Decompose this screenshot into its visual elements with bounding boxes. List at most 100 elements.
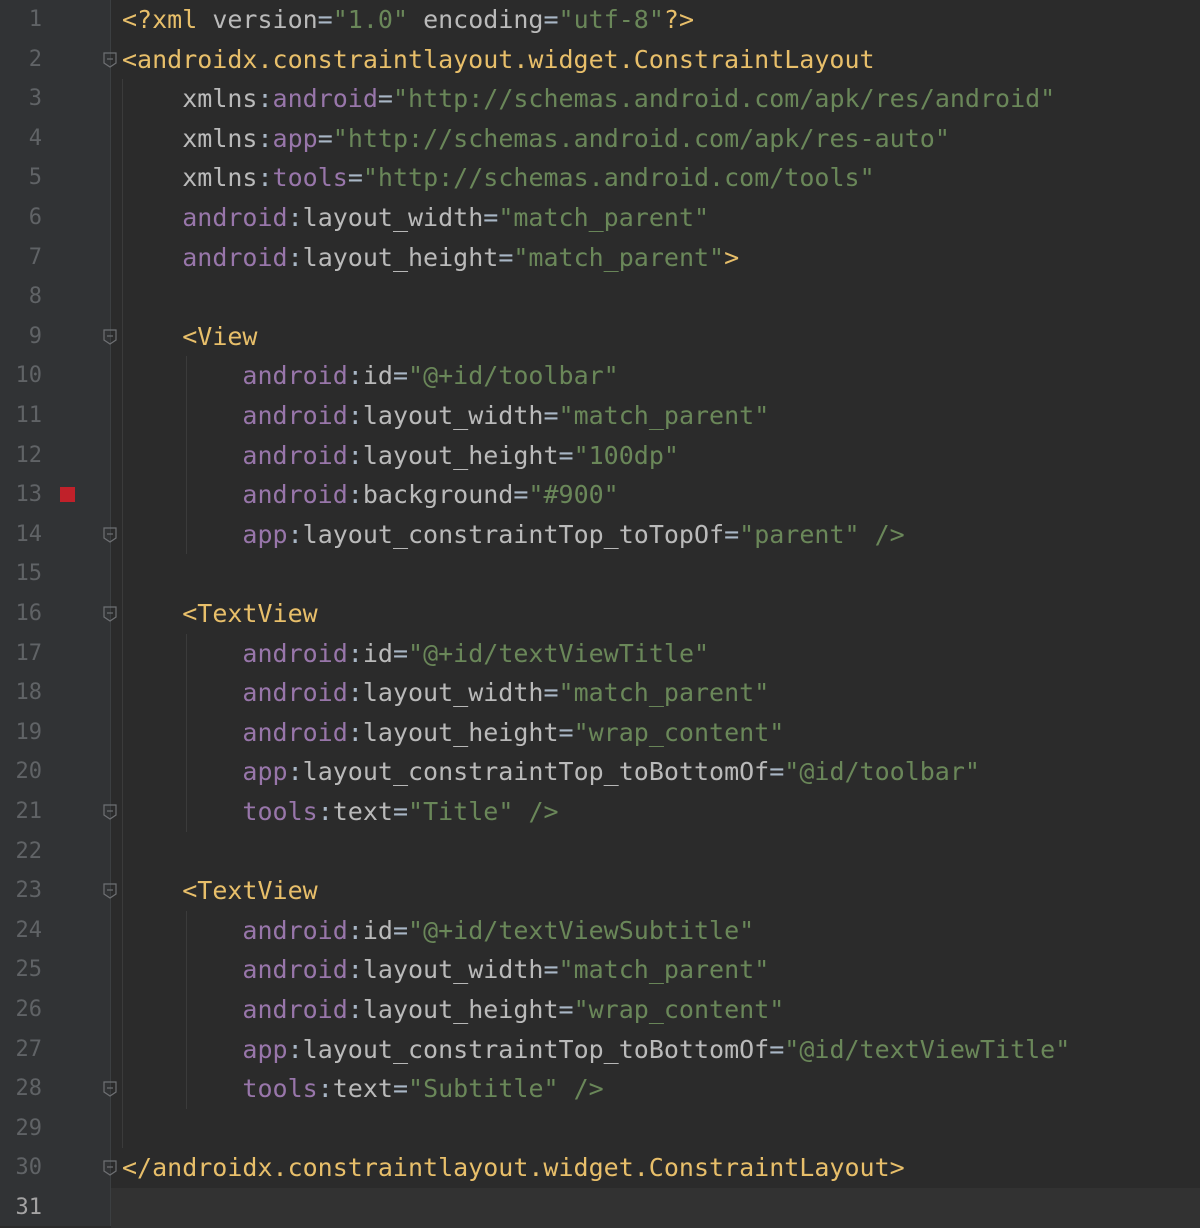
- code-line[interactable]: android:id="@+id/textViewTitle": [122, 634, 709, 674]
- token-punct: :: [317, 797, 333, 826]
- code-line[interactable]: app:layout_constraintTop_toBottomOf="@id…: [122, 752, 980, 792]
- code-line[interactable]: app:layout_constraintTop_toBottomOf="@id…: [122, 1030, 1070, 1070]
- token-punct: =: [513, 480, 529, 510]
- line-number: 16: [15, 601, 43, 626]
- code-line[interactable]: android:layout_height="100dp": [122, 436, 679, 476]
- code-line[interactable]: </androidx.constraintlayout.widget.Const…: [122, 1148, 905, 1188]
- fold-marker-icon[interactable]: [103, 51, 117, 68]
- token-punct: =: [483, 203, 499, 232]
- token-ns: android: [242, 717, 348, 747]
- token-attr: layout_width: [302, 203, 484, 232]
- code-line[interactable]: app:layout_constraintTop_toTopOf="parent…: [122, 515, 904, 555]
- code-line[interactable]: android:layout_width="match_parent": [122, 673, 769, 713]
- code-line[interactable]: android:layout_width="match_parent": [122, 198, 709, 238]
- line-number: 17: [15, 640, 43, 666]
- token-attr: layout_constraintTop_toTopOf: [302, 519, 725, 549]
- token-ns: android: [242, 955, 348, 985]
- code-line[interactable]: <TextView: [122, 871, 317, 911]
- code-line[interactable]: android:background="#900": [122, 475, 619, 515]
- code-line[interactable]: xmlns:tools="http://schemas.android.com/…: [122, 158, 875, 198]
- token-punct: [122, 441, 242, 470]
- code-line[interactable]: android:layout_width="match_parent": [122, 396, 769, 436]
- code-line[interactable]: tools:text="Title" />: [122, 792, 558, 832]
- token-attr: layout_height: [362, 440, 559, 470]
- fold-marker-icon[interactable]: [103, 804, 117, 820]
- token-punct: =: [317, 123, 333, 153]
- code-line[interactable]: android:layout_height="wrap_content": [122, 713, 784, 753]
- code-line[interactable]: xmlns:android="http://schemas.android.co…: [122, 79, 1055, 119]
- token-attr: id: [362, 361, 393, 391]
- code-line[interactable]: <TextView: [122, 594, 317, 634]
- token-punct: :: [347, 678, 363, 708]
- fold-marker-icon[interactable]: [103, 1160, 117, 1177]
- line-number: 11: [15, 403, 43, 428]
- code-line[interactable]: <?xml version="1.0" encoding="utf-8"?>: [122, 0, 694, 40]
- code-line[interactable]: xmlns:app="http://schemas.android.com/ap…: [122, 119, 950, 159]
- token-punct: :: [287, 242, 303, 272]
- token-val: "http://schemas.android.com/tools": [362, 163, 875, 193]
- code-line[interactable]: android:id="@+id/textViewSubtitle": [122, 911, 754, 951]
- token-val: "@+id/textViewTitle": [408, 638, 710, 668]
- line-number: 19: [15, 719, 43, 745]
- token-val: "@id/textViewTitle": [784, 1034, 1071, 1064]
- code-line[interactable]: android:layout_height="wrap_content": [122, 990, 784, 1030]
- token-ns: tools: [242, 1074, 318, 1104]
- token-punct: =: [392, 915, 409, 945]
- token-attr: xmlns: [182, 123, 258, 153]
- token-punct: [122, 401, 242, 430]
- token-val: "parent": [739, 519, 860, 549]
- token-ns: tools: [272, 163, 348, 193]
- code-editor[interactable]: 1 2 3 4 5 6 7 8 9 10 11 12 13 14 15 16 17 18 19 20 21 22 23 24 2…: [0, 0, 1200, 1228]
- token-ns: android: [242, 401, 348, 430]
- token-punct: :: [347, 955, 363, 985]
- token-attr: xmlns: [182, 163, 258, 193]
- code-line[interactable]: <View: [122, 317, 257, 357]
- token-attr: layout_constraintTop_toBottomOf: [302, 757, 770, 787]
- fold-marker-icon[interactable]: [103, 1081, 117, 1097]
- line-number: 8: [28, 284, 42, 310]
- token-attr: layout_constraintTop_toBottomOf: [302, 1034, 770, 1064]
- line-number: 29: [15, 1115, 43, 1141]
- token-attr: layout_height: [302, 242, 499, 272]
- code-line[interactable]: android:id="@+id/toolbar": [122, 356, 618, 396]
- token-punct: =: [543, 678, 559, 708]
- token-punct: :: [287, 757, 303, 787]
- line-number: 23: [15, 878, 43, 904]
- line-number: 14: [15, 521, 43, 547]
- line-number-gutter[interactable]: 1 2 3 4 5 6 7 8 9 10 11 12 13 14 15 16 17 18 19 20 21 22 23 24 2…: [0, 0, 110, 1226]
- token-punct: =: [558, 995, 574, 1024]
- fold-marker-icon[interactable]: [103, 329, 117, 345]
- fold-marker-icon[interactable]: [103, 527, 117, 543]
- token-punct: [408, 5, 423, 34]
- line-number: 26: [15, 997, 43, 1022]
- token-ns: android: [242, 638, 348, 668]
- line-number: 4: [28, 125, 42, 151]
- token-punct: [122, 639, 242, 668]
- token-punct: [122, 163, 182, 192]
- token-ns: app: [242, 519, 288, 549]
- code-line[interactable]: android:layout_width="match_parent": [122, 950, 769, 990]
- token-punct: [122, 520, 242, 549]
- code-line[interactable]: <androidx.constraintlayout.widget.Constr…: [122, 40, 875, 80]
- token-punct: [122, 243, 182, 272]
- token-attr: id: [362, 915, 393, 945]
- token-val: "utf-8": [558, 5, 664, 34]
- line-number: 7: [28, 244, 42, 270]
- breakpoint-marker[interactable]: [60, 487, 75, 503]
- token-val: "wrap_content": [573, 717, 785, 747]
- token-val: "#900": [528, 480, 619, 510]
- code-line[interactable]: android:layout_height="match_parent">: [122, 238, 739, 278]
- token-attr: layout_width: [362, 401, 544, 430]
- token-punct: =: [498, 242, 514, 272]
- token-punct: [122, 916, 242, 945]
- code-line[interactable]: tools:text="Subtitle" />: [122, 1069, 603, 1109]
- current-line-highlight: [111, 1188, 1200, 1228]
- token-punct: [122, 757, 242, 786]
- fold-marker-icon[interactable]: [103, 883, 117, 899]
- token-ns: android: [242, 915, 348, 945]
- token-punct: =: [769, 1034, 785, 1064]
- token-val: "100dp": [573, 440, 679, 470]
- fold-marker-icon[interactable]: [103, 606, 117, 622]
- token-punct: [122, 322, 182, 351]
- token-punct: [513, 797, 528, 826]
